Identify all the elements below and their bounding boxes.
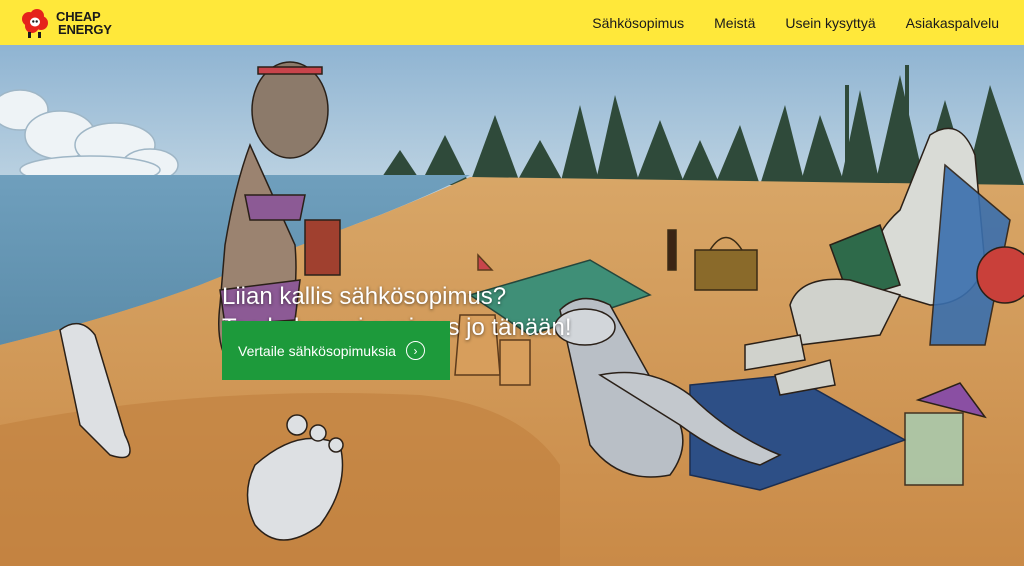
nav-item-usein-kysyttya[interactable]: Usein kysyttyä — [785, 15, 875, 31]
nav-item-asiakaspalvelu[interactable]: Asiakaspalvelu — [906, 15, 999, 31]
hero-section: Liian kallis sähkösopimus? Tee halvempi … — [0, 45, 1024, 566]
logo-wordmark: CHEAP ENERGY — [56, 10, 112, 36]
nav-item-sahkosopimus[interactable]: Sähkösopimus — [592, 15, 684, 31]
compare-contracts-label: Vertaile sähkösopimuksia — [238, 342, 396, 359]
nav-item-meista[interactable]: Meistä — [714, 15, 755, 31]
red-sheep-logo-icon — [22, 9, 48, 38]
compare-contracts-button[interactable]: Vertaile sähkösopimuksia › — [222, 321, 450, 380]
logo-line-2: ENERGY — [58, 22, 112, 37]
logo[interactable]: CHEAP ENERGY — [17, 5, 117, 41]
hero-headline-line-1: Liian kallis sähkösopimus? — [222, 283, 507, 310]
site-header: CHEAP ENERGY Sähkösopimus Meistä Usein k… — [0, 0, 1024, 45]
main-nav: Sähkösopimus Meistä Usein kysyttyä Asiak… — [592, 0, 999, 45]
chevron-right-circle-icon: › — [405, 341, 425, 360]
